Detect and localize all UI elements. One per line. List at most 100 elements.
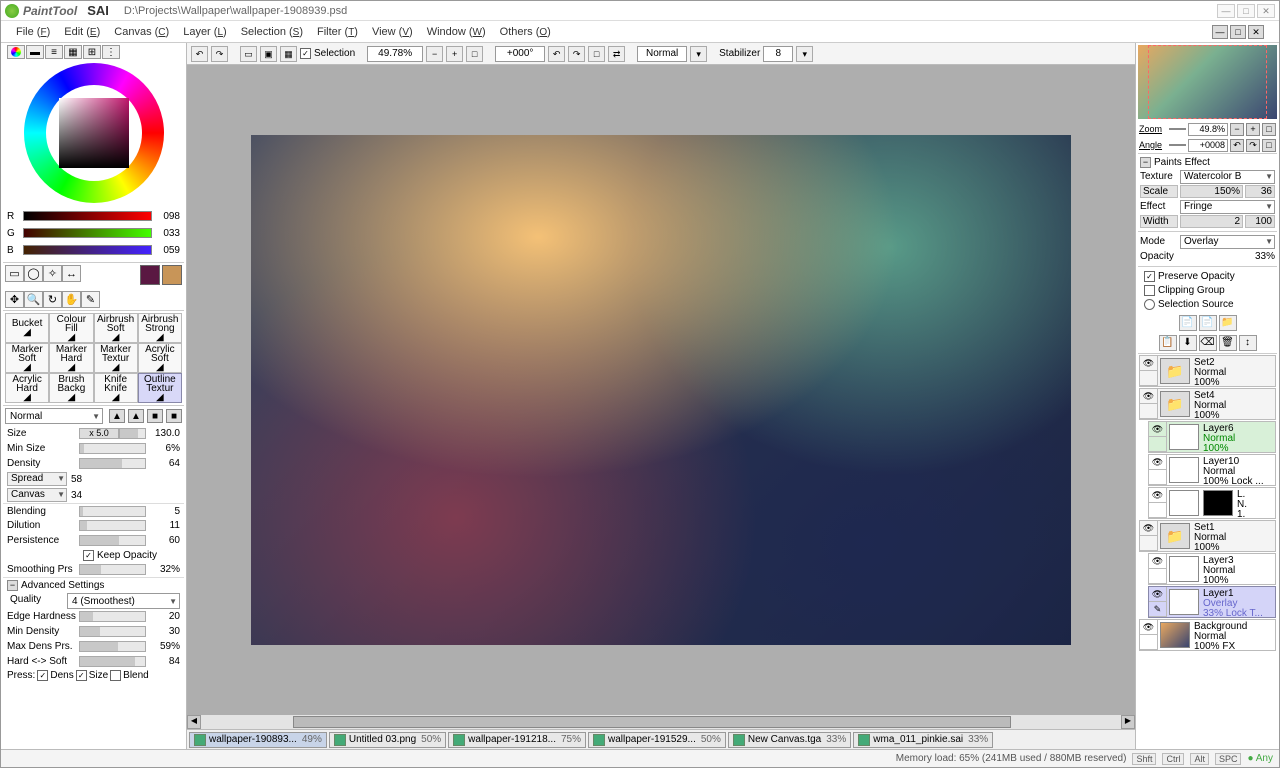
brush-colour-fill[interactable]: Colour Fill◢ xyxy=(49,313,93,343)
menu-layer[interactable]: Layer (L) xyxy=(183,26,226,38)
rotate-cw-button[interactable]: ↷ xyxy=(568,46,585,62)
menu-edit[interactable]: Edit (E) xyxy=(64,26,100,38)
new-layer-button[interactable]: 📄 xyxy=(1179,315,1197,331)
zoom-in-button[interactable]: + xyxy=(446,46,463,62)
edge-slider[interactable] xyxy=(79,611,146,622)
layer-item[interactable]: 👁✎Layer1Overlay33% Lock T... xyxy=(1148,586,1276,618)
zoom-tool[interactable]: 🔍 xyxy=(24,291,43,308)
canvas-viewport[interactable] xyxy=(187,65,1135,715)
tip-flat-icon[interactable]: ▲ xyxy=(128,409,144,423)
canvas-image[interactable] xyxy=(251,135,1071,645)
maxdens-slider[interactable] xyxy=(79,641,146,652)
color-swatch-tab[interactable]: ⊞ xyxy=(83,45,101,59)
visibility-toggle[interactable]: 👁 xyxy=(1140,356,1158,371)
brush-acrylic-soft[interactable]: Acrylic Soft◢ xyxy=(138,343,182,373)
navigator[interactable] xyxy=(1138,45,1277,119)
size-x-field[interactable]: x 5.0 xyxy=(79,428,119,439)
menu-window[interactable]: Window (W) xyxy=(427,26,486,38)
press-blend-checkbox[interactable] xyxy=(110,670,121,681)
size-slider[interactable] xyxy=(119,428,146,439)
fg-color-swatch[interactable] xyxy=(140,265,160,285)
preserve-opacity-checkbox[interactable]: ✓ xyxy=(1144,271,1155,282)
width-value[interactable]: 2 xyxy=(1180,215,1243,228)
visibility-toggle[interactable]: 👁 xyxy=(1149,455,1167,470)
b-slider[interactable] xyxy=(23,245,152,255)
opacity-slider[interactable] xyxy=(1180,251,1245,263)
minimize-button[interactable]: — xyxy=(1217,4,1235,18)
nav-zoom-in-button[interactable]: + xyxy=(1246,123,1260,136)
bg-color-swatch[interactable] xyxy=(162,265,182,285)
doc-tab[interactable]: wma_011_pinkie.sai33% xyxy=(853,732,993,748)
blend-menu-button[interactable]: ▾ xyxy=(690,46,707,62)
scale-value2[interactable]: 36 xyxy=(1245,185,1275,198)
color-wheel[interactable] xyxy=(24,63,164,203)
rotate-ccw-button[interactable]: ↶ xyxy=(548,46,565,62)
horizontal-scrollbar[interactable]: ◀ ▶ xyxy=(187,715,1135,729)
scroll-left-button[interactable]: ◀ xyxy=(187,715,201,729)
visibility-toggle[interactable]: 👁 xyxy=(1149,587,1167,602)
visibility-toggle[interactable]: 👁 xyxy=(1149,488,1167,503)
color-hsv-tab[interactable]: ≡ xyxy=(45,45,63,59)
showsel-button[interactable]: ▦ xyxy=(280,46,297,62)
new-linework-button[interactable]: 📄 xyxy=(1199,315,1217,331)
move-tool[interactable]: ↔ xyxy=(62,265,81,282)
layer-item[interactable]: 👁L.N.1. xyxy=(1148,487,1276,519)
zoom-field[interactable]: 49.78% xyxy=(367,46,423,62)
lasso-tool[interactable]: ◯ xyxy=(24,265,43,282)
new-set-button[interactable]: 📁 xyxy=(1219,315,1237,331)
visibility-toggle[interactable]: 👁 xyxy=(1140,620,1158,635)
brush-airbrush-strong[interactable]: Airbrush Strong◢ xyxy=(138,313,182,343)
blend-mode-field[interactable]: Normal xyxy=(637,46,687,62)
nav-rot-cw-button[interactable]: ↷ xyxy=(1246,139,1260,152)
deselect-button[interactable]: ▭ xyxy=(240,46,257,62)
doc-tab[interactable]: wallpaper-191218...75% xyxy=(448,732,586,748)
menu-view[interactable]: View (V) xyxy=(372,26,413,38)
zoom-out-button[interactable]: − xyxy=(426,46,443,62)
paints-collapse-button[interactable]: − xyxy=(1140,157,1151,168)
minsize-slider[interactable] xyxy=(79,443,146,454)
brush-marker-texture[interactable]: Marker Textur◢ xyxy=(94,343,138,373)
brush-bucket[interactable]: Bucket◢ xyxy=(5,313,49,343)
menu-canvas[interactable]: Canvas (C) xyxy=(114,26,169,38)
nav-angle-value[interactable]: +0008 xyxy=(1188,139,1228,152)
quality-select[interactable]: 4 (Smoothest)▼ xyxy=(67,593,180,609)
layer-item[interactable]: 👁📁Set2Normal100% xyxy=(1139,355,1276,387)
press-dens-checkbox[interactable]: ✓ xyxy=(37,670,48,681)
brush-outline-texture[interactable]: Outline Textur◢ xyxy=(138,373,182,403)
mode-select[interactable]: Overlay▼ xyxy=(1180,235,1275,249)
mindens-slider[interactable] xyxy=(79,626,146,637)
hardsoft-slider[interactable] xyxy=(79,656,146,667)
flip-button[interactable]: ⇄ xyxy=(608,46,625,62)
texture-select[interactable]: Watercolor B▼ xyxy=(1180,170,1275,184)
scale-value[interactable]: 150% xyxy=(1180,185,1243,198)
stabilizer-field[interactable]: 8 xyxy=(763,46,793,62)
width-value2[interactable]: 100 xyxy=(1245,215,1275,228)
visibility-toggle[interactable]: 👁 xyxy=(1140,521,1158,536)
keep-opacity-checkbox[interactable]: ✓ xyxy=(83,550,94,561)
density-slider[interactable] xyxy=(79,458,146,469)
rect-select-tool[interactable]: ▭ xyxy=(5,265,24,282)
scroll-thumb[interactable] xyxy=(293,716,1011,728)
blending-slider[interactable] xyxy=(79,506,146,517)
close-button[interactable]: ✕ xyxy=(1257,4,1275,18)
layer-item[interactable]: 👁Layer6Normal100% xyxy=(1148,421,1276,453)
effect-select[interactable]: Fringe▼ xyxy=(1180,200,1275,214)
stabilizer-menu-button[interactable]: ▾ xyxy=(796,46,813,62)
spread-select[interactable]: Spread▼ xyxy=(7,472,67,486)
brush-marker-hard[interactable]: Marker Hard◢ xyxy=(49,343,93,373)
sub-maximize-button[interactable]: □ xyxy=(1230,25,1246,39)
doc-tab[interactable]: wallpaper-191529...50% xyxy=(588,732,726,748)
rotate-reset-button[interactable]: □ xyxy=(588,46,605,62)
nav-zoom-reset-button[interactable]: □ xyxy=(1262,123,1276,136)
doc-tab[interactable]: wallpaper-190893...49% xyxy=(189,732,327,748)
visibility-toggle[interactable]: 👁 xyxy=(1149,554,1167,569)
canvas-select[interactable]: Canvas▼ xyxy=(7,488,67,502)
dilution-slider[interactable] xyxy=(79,520,146,531)
selection-checkbox[interactable]: ✓ xyxy=(300,48,311,59)
zoom-fit-button[interactable]: □ xyxy=(466,46,483,62)
brush-acrylic-hard[interactable]: Acrylic Hard◢ xyxy=(5,373,49,403)
magic-wand-tool[interactable]: ✧ xyxy=(43,265,62,282)
layer-item[interactable]: 👁📁Set1Normal100% xyxy=(1139,520,1276,552)
clear-button[interactable]: ⌫ xyxy=(1199,335,1217,351)
press-size-checkbox[interactable]: ✓ xyxy=(76,670,87,681)
